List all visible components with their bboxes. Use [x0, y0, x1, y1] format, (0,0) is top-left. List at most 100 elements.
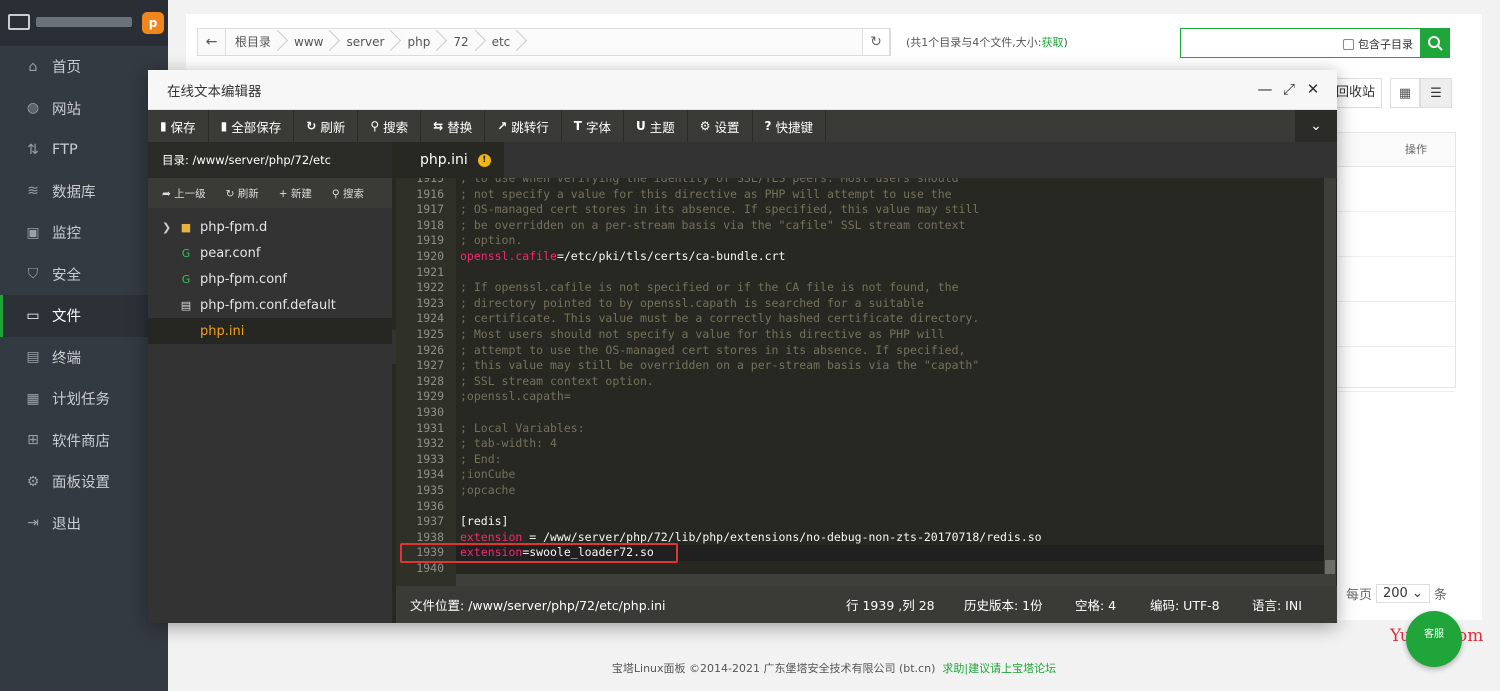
sidebar-item-0[interactable]: ⌂ 首页 [0, 46, 168, 88]
code-line: ;ionCube [460, 467, 515, 483]
sidebar-item-icon: ▣ [26, 224, 40, 241]
vertical-scrollbar[interactable] [1324, 178, 1336, 586]
toolbar-4-button[interactable]: ⇆ 替换 [421, 110, 486, 142]
toolbar-6-button[interactable]: T 字体 [562, 110, 624, 142]
code-line: ; to use when verifying the identity of … [460, 178, 959, 187]
table-row[interactable] [1337, 302, 1455, 347]
tree-tool-3[interactable]: ⚲ 搜索 [318, 186, 370, 201]
breadcrumb-item[interactable]: etc [483, 29, 525, 55]
code-text: ;ionCube [460, 467, 516, 482]
encoding-setting[interactable]: 编码: UTF-8 [1150, 595, 1220, 614]
table-row[interactable] [1337, 257, 1455, 302]
text-editor-dialog: 在线文本编辑器 — ⤢ ✕ ▮ 保存 ▮ 全部保存 ↻ 刷新 ⚲ 搜索 ⇆ 替换 ↗ 跳转行 T 字体 U 主… [148, 70, 1337, 623]
toolbar-item-icon: ⚙ [699, 119, 711, 133]
sidebar-item-icon: ⚙ [26, 473, 40, 490]
sidebar-item-7[interactable]: ▤ 终端 [0, 337, 168, 379]
sidebar-item-9[interactable]: ⊞ 软件商店 [0, 420, 168, 462]
toolbar-2-button[interactable]: ↻ 刷新 [294, 110, 359, 142]
scroll-thumb[interactable] [1325, 560, 1335, 574]
code-editor[interactable]: 1915 1916 1917 1918 1919 1920 1921 1922 1923 1924… [396, 178, 1337, 586]
code-text: ; certificate. This value must be a corr… [460, 311, 980, 326]
cursor-position[interactable]: 行 1939 ,列 28 [846, 595, 935, 614]
breadcrumb-item[interactable]: 72 [444, 29, 482, 55]
table-row[interactable] [1337, 167, 1455, 212]
horizontal-scrollbar[interactable] [456, 574, 1324, 586]
tree-item[interactable]: ▤ php-fpm.conf.default [148, 292, 392, 318]
history-versions[interactable]: 历史版本: 1份 [964, 595, 1043, 614]
sidebar-item-5[interactable]: ⛉ 安全 [0, 254, 168, 296]
tree-item[interactable]: Gphp-fpm.conf [148, 266, 392, 292]
code-text: ; directory pointed to by openssl.capath… [460, 295, 924, 310]
toolbar-item-icon: ? [764, 119, 772, 133]
sidebar-item-10[interactable]: ⚙ 面板设置 [0, 461, 168, 503]
breadcrumb-item[interactable]: www [285, 29, 337, 55]
sidebar-item-label: 软件商店 [52, 433, 110, 450]
refresh-icon[interactable]: ↻ [862, 28, 890, 56]
code-text: ; Most users should not specify a value … [460, 327, 945, 341]
sidebar-item-11[interactable]: ⇥ 退出 [0, 503, 168, 545]
toolbar-3-button[interactable]: ⚲ 搜索 [358, 110, 422, 142]
tree-tool-1[interactable]: ↻ 刷新 [212, 186, 265, 201]
breadcrumb-item[interactable]: 根目录 [226, 29, 285, 55]
include-subdir-checkbox[interactable]: 包含子目录 [1343, 36, 1413, 52]
php-badge[interactable]: p [142, 12, 164, 34]
maximize-icon[interactable]: ⤢ [1280, 80, 1298, 98]
tree-current-path: 目录: /www/server/php/72/etc [148, 142, 392, 178]
toolbar-1-button[interactable]: ▮ 全部保存 [209, 110, 295, 142]
stat-fetch-link[interactable]: 获取 [1042, 36, 1064, 49]
tab-php-ini[interactable]: php.ini ! [396, 142, 504, 178]
forum-link[interactable]: 求助|建议请上宝塔论坛 [942, 662, 1056, 675]
list-view-icon[interactable]: ☰ [1420, 78, 1452, 108]
tree-item[interactable]: php.ini [148, 318, 392, 344]
line-number: 1919 [416, 233, 444, 248]
indent-setting[interactable]: 空格: 4 [1075, 595, 1116, 614]
line-number: 1935 [416, 483, 444, 497]
search-input[interactable]: 包含子目录 [1180, 28, 1422, 58]
sidebar-item-icon: ⌂ [28, 58, 38, 75]
table-row[interactable] [1337, 347, 1455, 392]
tree-tool-2[interactable]: + 新建 [265, 186, 318, 201]
code-line: ; End: [460, 452, 502, 468]
config-file-icon: G [181, 272, 191, 286]
grid-view-icon[interactable]: ▦ [1390, 78, 1420, 108]
sidebar-item-2[interactable]: ⇅ FTP [0, 129, 168, 171]
sidebar-item-6[interactable]: ▭ 文件 [0, 295, 168, 337]
line-number: 1922 [416, 280, 444, 295]
code-line: ; OS-managed cert stores in its absence.… [460, 202, 979, 218]
language-setting[interactable]: 语言: INI [1252, 595, 1302, 614]
breadcrumb[interactable]: ← 根目录 www server php 72 etc [197, 28, 891, 56]
sidebar-item-8[interactable]: ▦ 计划任务 [0, 378, 168, 420]
tree-item[interactable]: ❯ ■ php-fpm.d [148, 214, 392, 240]
directory-stat: (共1个目录与4个文件,大小:获取) [906, 34, 1068, 50]
line-number: 1924 [416, 311, 444, 326]
checkbox-icon[interactable] [1343, 38, 1354, 50]
toolbar-7-button[interactable]: U 主题 [624, 110, 688, 142]
table-row[interactable] [1337, 212, 1455, 257]
line-number: 1933 [416, 451, 444, 466]
breadcrumb-item[interactable]: server [337, 29, 398, 55]
line-number: 1918 [416, 217, 444, 232]
sidebar-item-4[interactable]: ▣ 监控 [0, 212, 168, 254]
toolbar-9-button[interactable]: ? 快捷键 [753, 110, 827, 142]
sidebar-item-3[interactable]: ≋ 数据库 [0, 171, 168, 213]
toolbar-8-button[interactable]: ⚙ 设置 [688, 110, 753, 142]
toolbar-5-button[interactable]: ↗ 跳转行 [485, 110, 562, 142]
tree-expand-icon[interactable]: ❯ [162, 221, 174, 234]
minimize-icon[interactable]: — [1256, 80, 1274, 98]
code-line: openssl.cafile=/etc/pki/tls/certs/ca-bun… [460, 249, 785, 265]
sidebar-item-1[interactable]: ◍ 网站 [0, 88, 168, 130]
tree-tool-0[interactable]: ➦ 上一级 [148, 186, 212, 201]
chevron-down-icon[interactable]: ⌄ [1295, 110, 1337, 142]
tree-item[interactable]: Gpear.conf [148, 240, 392, 266]
toolbar-0-button[interactable]: ▮ 保存 [148, 110, 209, 142]
line-number: 1927 [416, 358, 444, 373]
toolbar-item-label: 字体 [585, 119, 611, 135]
close-icon[interactable]: ✕ [1304, 80, 1322, 98]
code-text: ; not specify a value for this directive… [460, 186, 952, 201]
per-page-select[interactable]: 200 ⌄ [1376, 584, 1430, 603]
toolbar-item-label: 刷新 [320, 119, 346, 135]
breadcrumb-item[interactable]: php [398, 29, 444, 55]
back-arrow-icon[interactable]: ← [198, 29, 226, 55]
customer-service-button[interactable]: 客服 [1406, 611, 1462, 667]
search-button[interactable] [1420, 28, 1450, 58]
